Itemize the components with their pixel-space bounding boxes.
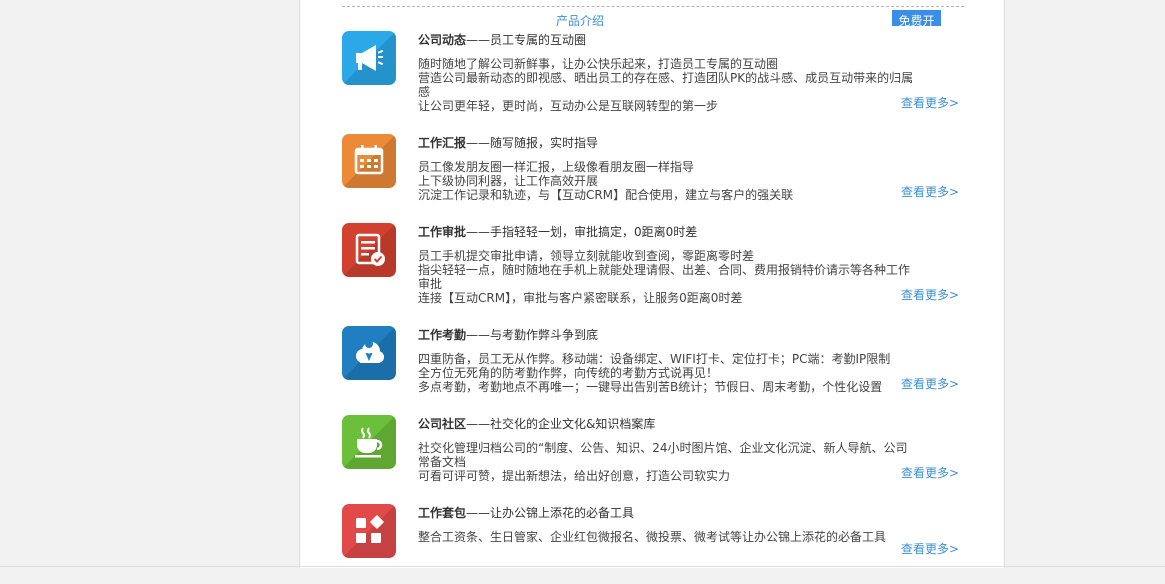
view-more-link[interactable]: 查看更多> [901,540,959,557]
bottom-border [0,566,1165,567]
feature-title: 工作套包——让办公锦上添花的必备工具 [418,506,635,520]
view-more-link[interactable]: 查看更多> [901,183,959,200]
view-more-link[interactable]: 查看更多> [901,94,959,111]
coffee-cup-icon [342,415,396,469]
view-more-link[interactable]: 查看更多> [901,375,959,392]
megaphone-icon [342,31,396,85]
cloud-location-icon [342,326,396,380]
feature-title: 工作审批——手指轻轻一划，审批搞定，0距离0时差 [418,225,698,239]
view-more-link[interactable]: 查看更多> [901,464,959,481]
dashed-divider [342,6,964,7]
free-trial-button[interactable]: 免费开 [892,10,941,26]
feature-description: 社交化管理归档公司的“制度、公告、知识、24小时图片馆、企业文化沉淀、新人导航、… [418,441,908,483]
toolkit-grid-icon [342,504,396,558]
feature-company-community: 公司社区——社交化的企业文化&知识档案库 社交化管理归档公司的“制度、公告、知识… [300,415,1006,495]
view-more-link[interactable]: 查看更多> [901,286,959,303]
feature-title: 工作汇报——随写随报，实时指导 [418,136,599,150]
content-panel: 产品介绍 免费开 公司动态——员工专属的互动圈 随时随地了解公司新鲜事，让办公快… [299,0,1005,568]
feature-description: 员工像发朋友圈一样汇报，上级像看朋友圈一样指导 上下级协同利器，让工作高效开展 … [418,160,794,202]
feature-description: 四重防备，员工无从作弊。移动端：设备绑定、WIFI打卡、定位打卡；PC端：考勤I… [418,352,891,394]
feature-work-approval: 工作审批——手指轻轻一划，审批搞定，0距离0时差 员工手机提交审批申请，领导立刻… [300,223,1006,305]
feature-company-news: 公司动态——员工专属的互动圈 随时随地了解公司新鲜事，让办公快乐起来，打造员工专… [300,31,1006,113]
tab-product-intro[interactable]: 产品介绍 [556,12,604,29]
feature-description: 整合工资条、生日管家、企业红包微报名、微投票、微考试等让办公锦上添花的必备工具 [418,530,887,544]
feature-work-toolkit: 工作套包——让办公锦上添花的必备工具 整合工资条、生日管家、企业红包微报名、微投… [300,504,1006,584]
feature-description: 随时随地了解公司新鲜事，让办公快乐起来，打造员工专属的互动圈 营造公司最新动态的… [418,57,914,113]
feature-title: 工作考勤——与考勤作弊斗争到底 [418,328,599,342]
approval-document-icon [342,223,396,277]
calendar-icon [342,134,396,188]
feature-title: 公司社区——社交化的企业文化&知识档案库 [418,417,656,431]
feature-work-report: 工作汇报——随写随报，实时指导 员工像发朋友圈一样汇报，上级像看朋友圈一样指导 … [300,134,1006,214]
feature-description: 员工手机提交审批申请，领导立刻就能收到查阅，零距离零时差 指尖轻轻一点，随时随地… [418,249,911,305]
feature-attendance: 工作考勤——与考勤作弊斗争到底 四重防备，员工无从作弊。移动端：设备绑定、WIF… [300,326,1006,406]
feature-title: 公司动态——员工专属的互动圈 [418,33,587,47]
